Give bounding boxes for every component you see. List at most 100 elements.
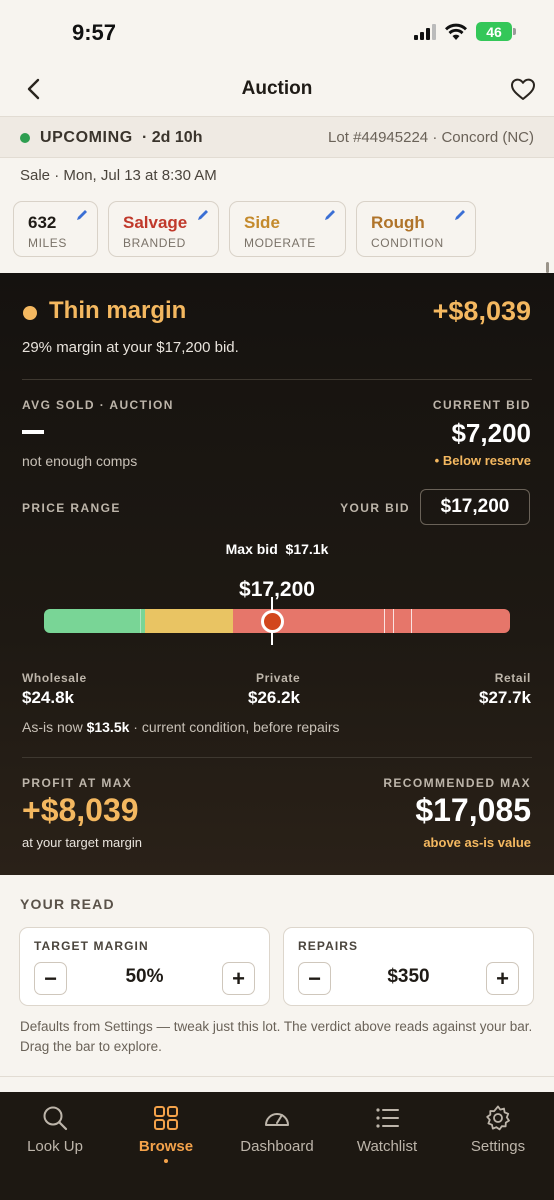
target-margin-label: TARGET MARGIN	[34, 939, 149, 953]
tab-label: Look Up	[27, 1138, 83, 1155]
tab-settings[interactable]: Settings	[443, 1104, 553, 1155]
chip-title-brand[interactable]: Salvage BRANDED	[108, 201, 219, 257]
tab-dashboard[interactable]: Dashboard	[222, 1104, 332, 1155]
chip-miles[interactable]: 632 MILES	[13, 201, 98, 257]
range-tick	[140, 609, 141, 633]
verdict-label: Thin margin	[49, 297, 187, 324]
target-margin-minus-button[interactable]: −	[34, 962, 67, 995]
your-bid-input[interactable]: $17,200	[420, 489, 530, 525]
range-tick	[393, 609, 394, 633]
recommended-max-note: above as-is value	[423, 835, 531, 850]
sale-date: Sale · Mon, Jul 13 at 8:30 AM	[20, 167, 217, 184]
lot-info: Lot #44945224 · Concord (NC)	[328, 129, 534, 146]
wholesale-label: Wholesale	[22, 671, 87, 685]
pencil-icon	[198, 210, 208, 220]
divider	[0, 1076, 554, 1077]
pencil-icon	[455, 210, 465, 220]
battery-icon: 46	[476, 22, 516, 41]
lot-time-left: · 2d 10h	[142, 129, 203, 146]
chip-damage[interactable]: Side MODERATE	[229, 201, 346, 257]
avg-sold-label: AVG SOLD · AUCTION	[22, 398, 174, 412]
target-margin-plus-button[interactable]: +	[222, 962, 255, 995]
tab-label: Dashboard	[240, 1138, 314, 1155]
max-bid-text: Max bid	[225, 541, 278, 557]
lot-status: UPCOMING	[40, 129, 133, 146]
range-tick	[411, 609, 412, 633]
max-bid-value: $17.1k	[285, 541, 329, 557]
retail-label: Retail	[494, 671, 531, 685]
handle-value: $17,200	[239, 578, 315, 601]
status-time: 9:57	[72, 20, 117, 45]
nav-bar: Auction	[0, 66, 554, 116]
repairs-minus-button[interactable]: −	[298, 962, 331, 995]
status-dot	[20, 133, 30, 143]
vehicle-chips: 632 MILES Salvage BRANDED Side MODERATE …	[13, 201, 476, 257]
reserve-status: • Below reserve	[434, 453, 531, 468]
range-tick	[384, 609, 385, 633]
page-title: Auction	[241, 78, 313, 99]
search-icon	[43, 1106, 68, 1131]
your-bid-label: YOUR BID	[340, 501, 410, 515]
analysis-card: Thin margin +$8,039 29% margin at your $…	[0, 273, 554, 875]
max-bid-label: Max bid $17.1k	[0, 541, 554, 557]
wifi-icon	[445, 23, 467, 40]
tab-label: Watchlist	[356, 1138, 418, 1155]
your-read-note: Defaults from Settings — tweak just this…	[20, 1019, 533, 1054]
verdict-margin-line: 29% margin at your $17,200 bid.	[22, 339, 239, 356]
chip-condition[interactable]: Rough CONDITION	[356, 201, 476, 257]
tab-browse[interactable]: Browse	[111, 1104, 221, 1163]
current-bid-value: $7,200	[451, 418, 531, 448]
tab-label: Browse	[138, 1138, 194, 1155]
chip-sub: CONDITION	[371, 236, 444, 250]
gauge-icon	[265, 1113, 289, 1126]
divider	[22, 379, 532, 380]
private-value: $26.2k	[248, 688, 300, 707]
range-zone-yellow	[145, 609, 234, 633]
range-zone-green	[44, 609, 146, 633]
pencil-icon	[325, 210, 335, 220]
profit-at-max-note: at your target margin	[22, 835, 142, 850]
tab-label: Settings	[470, 1138, 526, 1155]
chip-sub: MODERATE	[244, 236, 316, 250]
recommended-max-value: $17,085	[415, 792, 531, 828]
chip-value: Salvage	[123, 213, 188, 232]
chip-value: Side	[244, 213, 280, 232]
tab-look-up[interactable]: Look Up	[0, 1104, 110, 1155]
verdict-profit: +$8,039	[432, 296, 531, 326]
as-is-suffix: · current condition, before repairs	[133, 719, 340, 735]
as-is-value: $13.5k	[86, 719, 130, 735]
scroll-indicator[interactable]	[546, 262, 549, 273]
as-is-prefix: As-is now	[22, 719, 83, 735]
price-range-label: PRICE RANGE	[22, 501, 121, 515]
wholesale-value: $24.8k	[22, 688, 74, 707]
as-is-line: As-is now $13.5k · current condition, be…	[22, 719, 340, 735]
avg-sold-value	[22, 430, 44, 434]
active-tab-dot	[164, 1159, 168, 1163]
divider	[22, 757, 532, 758]
tab-watchlist[interactable]: Watchlist	[332, 1104, 442, 1155]
repairs-plus-button[interactable]: +	[486, 962, 519, 995]
profit-at-max-label: PROFIT AT MAX	[22, 776, 133, 790]
target-margin-value: 50%	[125, 966, 164, 987]
chip-value: Rough	[371, 213, 425, 232]
target-margin-stepper: TARGET MARGIN − 50% +	[19, 927, 270, 1006]
bid-slider-handle[interactable]	[261, 610, 284, 633]
repairs-stepper: REPAIRS − $350 +	[283, 927, 534, 1006]
status-bar: 9:57 46	[0, 0, 554, 66]
private-label: Private	[256, 671, 301, 685]
gear-icon	[486, 1105, 510, 1131]
profit-at-max-value: +$8,039	[22, 792, 139, 828]
verdict-dot	[23, 306, 37, 320]
lot-status-bar: UPCOMING · 2d 10h Lot #44945224 · Concor…	[0, 116, 554, 158]
retail-value: $27.7k	[479, 688, 531, 707]
chip-sub: MILES	[28, 236, 68, 250]
tab-bar: Look Up Browse Dashboard Watchlist Setti…	[0, 1092, 554, 1200]
your-read-title: YOUR READ	[20, 896, 115, 912]
heart-icon[interactable]	[508, 74, 538, 104]
avg-sold-note: not enough comps	[22, 453, 138, 469]
grid-icon	[154, 1106, 178, 1130]
pencil-icon	[77, 210, 87, 220]
repairs-label: REPAIRS	[298, 939, 359, 953]
cellular-signal-icon	[414, 23, 436, 40]
current-bid-label: CURRENT BID	[432, 398, 531, 412]
